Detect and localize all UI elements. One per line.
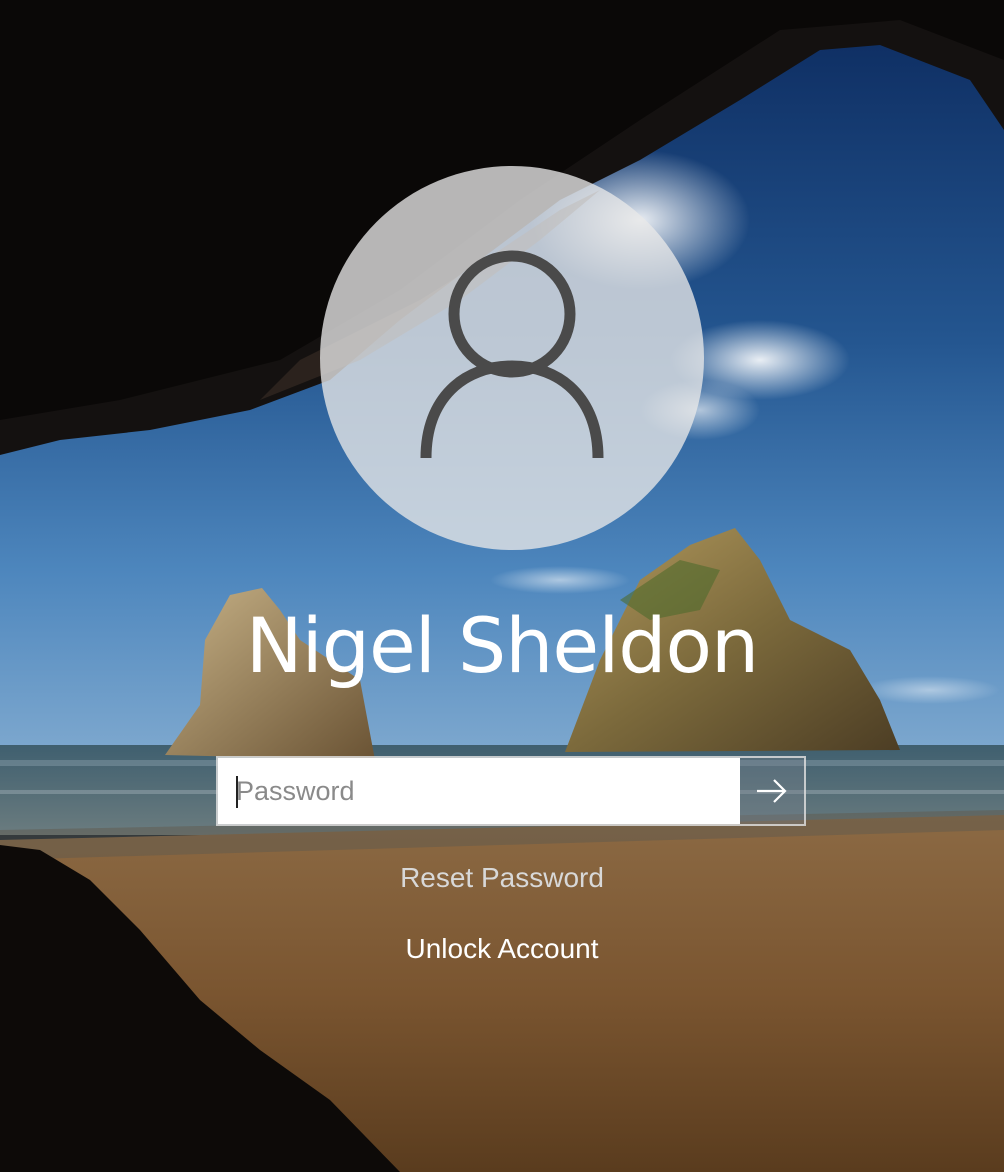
reset-password-link[interactable]: Reset Password (0, 862, 1004, 894)
password-input[interactable] (218, 758, 740, 824)
lock-screen: Nigel Sheldon Reset Password Unlock Acco… (0, 0, 1004, 1172)
arrow-right-icon (757, 779, 787, 803)
text-caret (236, 776, 238, 808)
unlock-account-link[interactable]: Unlock Account (0, 933, 1004, 965)
submit-button[interactable] (740, 758, 804, 824)
password-field[interactable] (216, 756, 806, 826)
user-avatar (320, 166, 704, 550)
user-silhouette-icon (420, 250, 604, 459)
user-name: Nigel Sheldon (245, 601, 759, 690)
